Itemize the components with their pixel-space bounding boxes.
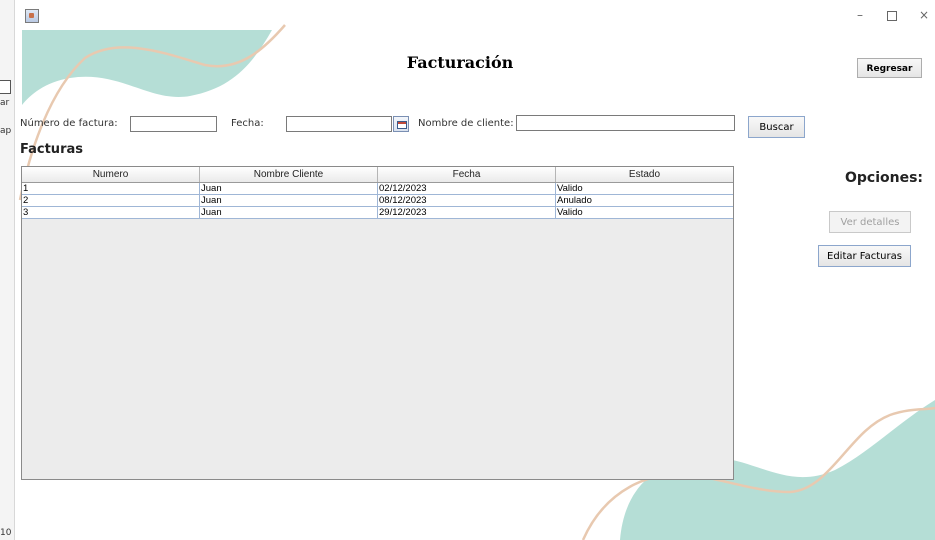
search-button[interactable]: Buscar bbox=[748, 116, 805, 138]
table-cell: Valido bbox=[557, 183, 583, 194]
table-cell: 1 bbox=[22, 183, 200, 194]
calendar-button[interactable] bbox=[393, 116, 409, 132]
table-cell: Valido bbox=[557, 207, 583, 218]
table-cell: Juan bbox=[200, 183, 378, 194]
table-cell: 02/12/2023 bbox=[378, 183, 556, 194]
invoice-number-input[interactable] bbox=[130, 116, 217, 132]
invoices-table[interactable]: Numero Nombre Cliente Fecha Estado 1 Jua… bbox=[21, 166, 734, 480]
client-name-input[interactable] bbox=[516, 115, 735, 131]
table-cell: 29/12/2023 bbox=[378, 207, 556, 218]
date-input[interactable] bbox=[286, 116, 392, 132]
calendar-icon bbox=[397, 121, 407, 129]
table-cell: 2 bbox=[22, 195, 200, 206]
column-header-numero[interactable]: Numero bbox=[22, 167, 200, 182]
column-header-fecha[interactable]: Fecha bbox=[378, 167, 556, 182]
table-cell: Juan bbox=[200, 207, 378, 218]
client-name-label: Nombre de cliente: bbox=[418, 118, 514, 129]
table-row[interactable]: 2 Juan 08/12/2023 Anulado bbox=[22, 195, 733, 207]
view-details-button[interactable]: Ver detalles bbox=[829, 211, 911, 233]
column-header-estado[interactable]: Estado bbox=[556, 167, 733, 182]
date-label: Fecha: bbox=[231, 118, 264, 129]
invoices-section-title: Facturas bbox=[20, 142, 83, 157]
table-cell: 3 bbox=[22, 207, 200, 218]
options-title: Opciones: bbox=[845, 170, 924, 186]
table-cell: Anulado bbox=[557, 195, 592, 206]
table-cell: Juan bbox=[200, 195, 378, 206]
table-cell: 08/12/2023 bbox=[378, 195, 556, 206]
table-header: Numero Nombre Cliente Fecha Estado bbox=[22, 167, 733, 183]
table-row[interactable]: 1 Juan 02/12/2023 Valido bbox=[22, 183, 733, 195]
invoice-number-label: Número de factura: bbox=[20, 118, 118, 129]
edit-invoices-button[interactable]: Editar Facturas bbox=[818, 245, 911, 267]
back-button[interactable]: Regresar bbox=[857, 58, 922, 78]
page-title: Facturación bbox=[406, 53, 514, 72]
column-header-nombre-cliente[interactable]: Nombre Cliente bbox=[200, 167, 378, 182]
teal-wave-top-left bbox=[22, 30, 272, 105]
table-row[interactable]: 3 Juan 29/12/2023 Valido bbox=[22, 207, 733, 219]
